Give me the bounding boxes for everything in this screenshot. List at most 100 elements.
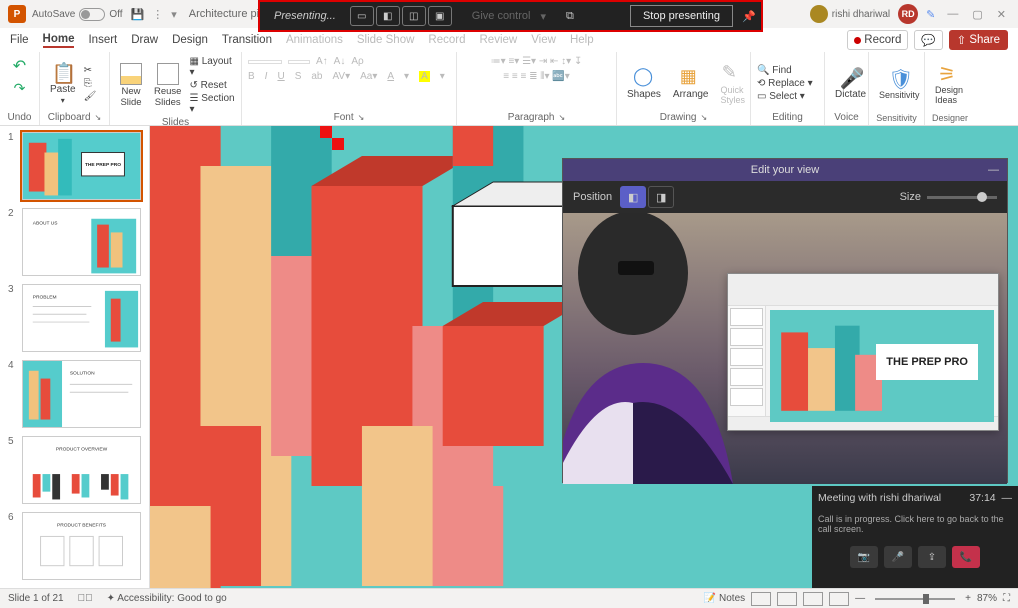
tab-slideshow[interactable]: Slide Show [357,34,415,46]
layout-btn-3[interactable]: ◫ [402,6,426,26]
paste-button[interactable]: 📋 Paste▾ [46,59,80,107]
thumb-3[interactable]: PROBLEM [22,284,141,352]
comments-button[interactable]: 💬 [914,30,942,50]
accessibility-status[interactable]: ✦ Accessibility: Good to go [107,593,227,604]
slide-thumbnails[interactable]: 1 THE PREP PRO 2 ABOUT US 3 PROBLEM 4 SO… [0,126,150,588]
tab-help[interactable]: Help [570,34,594,46]
zoom-out[interactable]: — [855,593,865,604]
autosave-toggle[interactable]: AutoSave Off [32,8,123,21]
minimize-icon[interactable]: — [988,159,999,181]
minimize-button[interactable]: — [947,8,958,21]
mini-powerpoint-preview: THE PREP PRO [727,273,999,431]
pin-icon[interactable]: 📌 [737,10,761,23]
give-control-dropdown[interactable]: Give control▾ [462,10,556,23]
cut-icon[interactable]: ✂ [84,65,97,76]
new-slide-button[interactable]: New Slide [116,61,146,110]
status-bar: Slide 1 of 21 �⃞ ✦ Accessibility: Good t… [0,588,1018,608]
position-left-button[interactable]: ◧ [620,186,646,208]
record-button[interactable]: Record [847,30,908,50]
normal-view-button[interactable] [751,592,771,606]
teams-presenting-bar: Presenting... ▭ ◧ ◫ ▣ Give control▾ ⧉ St… [258,0,763,32]
sorter-view-button[interactable] [777,592,797,606]
shapes-icon: ◯ [633,66,655,88]
thumb-1[interactable]: THE PREP PRO [22,132,141,200]
position-label: Position [573,191,612,203]
slide-counter[interactable]: Slide 1 of 21 [8,593,64,604]
arrange-icon: ▦ [680,66,702,88]
tab-draw[interactable]: Draw [131,34,158,46]
pen-icon[interactable]: ✎ [926,8,935,21]
stop-presenting-button[interactable]: Stop presenting [630,5,733,27]
shapes-button[interactable]: ◯Shapes [623,64,665,102]
zoom-in[interactable]: + [965,593,971,604]
mic-off-icon[interactable]: 🎤 [884,546,912,568]
position-right-button[interactable]: ◨ [648,186,674,208]
undo-icon[interactable]: ↶ [13,56,26,76]
tab-design[interactable]: Design [172,34,208,46]
tab-transitions[interactable]: Transition [222,34,272,46]
slideshow-view-button[interactable] [829,592,849,606]
svg-text:PROBLEM: PROBLEM [33,295,57,301]
design-ideas-icon: ⚞ [938,62,960,84]
zoom-slider[interactable] [875,598,955,600]
edit-your-view-panel: Edit your view — Position ◧ ◨ Size [562,158,1008,483]
notes-button[interactable]: 📝 Notes [704,593,745,604]
paste-icon: 📋 [52,61,74,83]
find-button[interactable]: 🔍 Find [757,65,813,76]
tab-insert[interactable]: Insert [88,34,117,46]
format-painter-icon[interactable]: 🖌 [84,91,97,102]
tab-review[interactable]: Review [480,34,518,46]
tab-record[interactable]: Record [428,34,465,46]
ribbon: ↶ ↷ Undo 📋 Paste▾ ✂ ⎘ 🖌 Clipboard ↘ New … [0,52,1018,126]
layout-btn-1[interactable]: ▭ [350,6,374,26]
svg-text:PRODUCT BENEFITS: PRODUCT BENEFITS [57,523,107,529]
zoom-level[interactable]: 87% [977,593,997,604]
reset-button[interactable]: ↺ Reset [189,80,235,91]
size-slider[interactable] [927,196,997,199]
tab-animations[interactable]: Animations [286,34,343,46]
close-button[interactable]: ✕ [997,8,1006,21]
redo-icon[interactable]: ↷ [14,80,26,97]
sensitivity-icon: 🛡 [888,67,910,89]
fit-button[interactable]: ⛶ [1003,593,1010,604]
presenting-label: Presenting... [260,10,350,22]
arrange-button[interactable]: ▦Arrange [669,64,713,102]
hangup-icon[interactable]: 📞 [952,546,980,568]
layout-button[interactable]: ▦ Layout ▾ [189,56,235,78]
save-icon[interactable]: 💾 [131,8,145,21]
select-button[interactable]: ▭ Select ▾ [757,91,813,102]
sensitivity-button[interactable]: 🛡Sensitivity [875,65,924,102]
tab-view[interactable]: View [531,34,556,46]
thumb-5[interactable]: PRODUCT OVERVIEW [22,436,141,504]
camera-icon[interactable]: 📷 [850,546,878,568]
reading-view-button[interactable] [803,592,823,606]
thumb-6[interactable]: PRODUCT BENEFITS [22,512,141,580]
svg-text:ABOUT US: ABOUT US [33,221,59,227]
share-screen-icon[interactable]: ⇪ [918,546,946,568]
user-avatar[interactable]: RD [898,4,918,24]
reuse-slides-button[interactable]: Reuse Slides [150,61,185,110]
tab-file[interactable]: File [10,34,29,46]
dictate-button[interactable]: 🎤Dictate [831,64,870,102]
layout-btn-4[interactable]: ▣ [428,6,452,26]
share-button[interactable]: ⇧ Share [949,30,1008,50]
section-button[interactable]: ☰ Section ▾ [189,93,235,115]
maximize-button[interactable]: ▢ [972,8,982,21]
language-indicator[interactable]: �⃞ [78,593,93,604]
design-ideas-button[interactable]: ⚞Design Ideas [931,60,967,107]
editview-preview: THE PREP PRO [563,213,1007,484]
qat-dropdown[interactable]: ▾ [171,8,177,21]
copy-icon[interactable]: ⎘ [84,78,97,89]
mic-icon: 🎤 [840,66,862,88]
thumb-4[interactable]: SOLUTION [22,360,141,428]
popout-icon[interactable]: ⧉ [566,10,574,23]
svg-text:PRODUCT OVERVIEW: PRODUCT OVERVIEW [56,447,108,453]
divider: ⋮ [152,8,163,21]
quick-styles-button[interactable]: ✎Quick Styles [717,60,750,107]
replace-button[interactable]: ⟲ Replace ▾ [757,78,813,89]
tab-home[interactable]: Home [43,33,75,48]
thumb-2[interactable]: ABOUT US [22,208,141,276]
layout-btn-2[interactable]: ◧ [376,6,400,26]
call-toast[interactable]: Meeting with rishi dhariwal 37:14 — Call… [812,486,1018,588]
user-account[interactable]: rishi dhariwal [810,5,890,23]
